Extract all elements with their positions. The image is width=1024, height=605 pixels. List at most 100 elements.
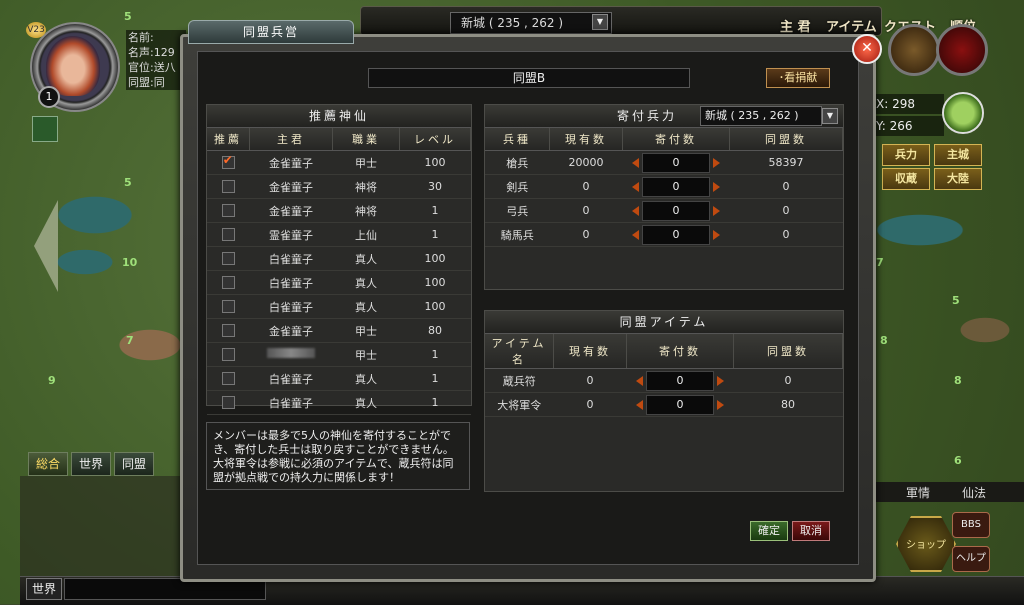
troop-type: 槍兵 [485, 150, 550, 175]
decrease-arrow-icon[interactable] [632, 205, 639, 216]
recommend-table: 推薦 主君 職業 レベル 金雀童子甲士100金雀童子神将30金雀童子神将1霊雀童… [207, 128, 471, 415]
decrease-arrow-icon[interactable] [632, 229, 639, 240]
tab-military-info[interactable]: 軍情 [906, 484, 930, 501]
donate-input[interactable]: 0 [642, 224, 710, 245]
table-row[interactable]: 金雀童子 神将 30 [207, 174, 471, 199]
chevron-down-icon[interactable]: ▼ [822, 108, 838, 124]
recommend-checkbox[interactable] [221, 300, 235, 314]
recommend-cell[interactable] [207, 174, 250, 199]
arrow-left-icon[interactable] [34, 200, 58, 292]
recommend-checkbox[interactable] [221, 276, 235, 290]
recommend-cell[interactable] [207, 246, 250, 271]
quantity-stepper: 0 [636, 394, 724, 415]
alliance-count: 0 [729, 198, 843, 223]
table-row[interactable]: 白雀童子 真人 1 [207, 390, 471, 415]
recommend-cell[interactable] [207, 294, 250, 319]
lord-name: 白雀童子 [249, 294, 333, 319]
recommend-cell[interactable] [207, 198, 250, 223]
table-row[interactable]: 甲士 1 [207, 342, 471, 367]
menu-item[interactable]: アイテム [826, 16, 877, 35]
recommend-cell[interactable] [207, 342, 250, 367]
map-number: 6 [954, 454, 962, 467]
recommend-cell[interactable] [207, 390, 250, 415]
table-row[interactable]: 白雀童子 真人 100 [207, 270, 471, 295]
vip-badge: V23 [26, 22, 46, 38]
recommend-checkbox[interactable] [221, 204, 235, 218]
map-button-capital[interactable]: 主城 [934, 144, 982, 166]
map-button-continent[interactable]: 大陸 [934, 168, 982, 190]
table-row: 槍兵 20000 0 58397 [485, 150, 843, 175]
table-row[interactable]: 白雀童子 真人 100 [207, 294, 471, 319]
coord-x[interactable]: X: 298 [874, 94, 944, 114]
donate-input[interactable]: 0 [642, 176, 710, 197]
map-button-troops[interactable]: 兵力 [882, 144, 930, 166]
recommend-cell[interactable] [207, 150, 250, 175]
recommend-cell[interactable] [207, 222, 250, 247]
col-recommend: 推薦 [207, 128, 250, 151]
recommend-checkbox[interactable] [221, 396, 235, 410]
blurred-name [267, 348, 315, 358]
coord-y[interactable]: Y: 266 [874, 116, 944, 136]
recommend-checkbox[interactable] [221, 324, 235, 338]
recommend-cell[interactable] [207, 270, 250, 295]
chat-tab-world[interactable]: 世界 [71, 452, 111, 476]
col-item-name: アイテム名 [485, 334, 554, 369]
recommend-checkbox[interactable] [221, 252, 235, 266]
lord-name: 白雀童子 [249, 390, 333, 415]
recommend-checkbox[interactable] [221, 348, 235, 362]
current-city-display[interactable]: 新城 ( 235 , 262 ) [450, 12, 612, 34]
increase-arrow-icon[interactable] [713, 157, 720, 168]
map-button-favorites[interactable]: 収蔵 [882, 168, 930, 190]
map-number: 5 [124, 176, 132, 189]
donate-input[interactable]: 0 [642, 152, 710, 173]
city-select[interactable]: 新城 ( 235 , 262 ) [700, 106, 822, 126]
chat-tab-all[interactable]: 総合 [28, 452, 68, 476]
increase-arrow-icon[interactable] [717, 399, 724, 410]
increase-arrow-icon[interactable] [713, 181, 720, 192]
recommend-cell[interactable] [207, 366, 250, 391]
help-button[interactable]: ヘルプ [952, 546, 990, 572]
mail-icon[interactable] [32, 116, 58, 142]
recommend-cell[interactable] [207, 318, 250, 343]
decrease-arrow-icon[interactable] [632, 157, 639, 168]
increase-arrow-icon[interactable] [713, 205, 720, 216]
donate-cell: 0 [622, 222, 730, 247]
table-row[interactable]: 金雀童子 神将 1 [207, 198, 471, 223]
chat-channel-select[interactable]: 世界 [26, 578, 62, 600]
decrease-arrow-icon[interactable] [636, 375, 643, 386]
close-icon[interactable]: ✕ [852, 34, 882, 64]
increase-arrow-icon[interactable] [717, 375, 724, 386]
table-row[interactable]: 霊雀童子 上仙 1 [207, 222, 471, 247]
tab-magic[interactable]: 仙法 [962, 484, 986, 501]
chat-log[interactable] [20, 476, 180, 576]
table-row[interactable]: 金雀童子 甲士 80 [207, 318, 471, 343]
book-icon[interactable] [888, 24, 940, 76]
search-icon[interactable] [942, 92, 984, 134]
donate-input[interactable]: 0 [642, 200, 710, 221]
shop-menu: ショップ BBS ヘルプ [884, 510, 1024, 576]
table-row[interactable]: 白雀童子 真人 1 [207, 366, 471, 391]
cancel-button[interactable]: 取消 [792, 521, 830, 541]
level: 1 [399, 222, 471, 247]
view-donation-button[interactable]: ･看捐献 [766, 68, 830, 88]
player-name: 名前: [128, 31, 154, 44]
bbs-button[interactable]: BBS [952, 512, 990, 538]
decrease-arrow-icon[interactable] [636, 399, 643, 410]
ranking-icon[interactable] [936, 24, 988, 76]
confirm-button[interactable]: 確定 [750, 521, 788, 541]
increase-arrow-icon[interactable] [713, 229, 720, 240]
donate-input[interactable]: 0 [646, 370, 714, 391]
table-row[interactable]: 金雀童子甲士100 [207, 150, 471, 175]
donate-input[interactable]: 0 [646, 394, 714, 415]
table-row[interactable]: 白雀童子 真人 100 [207, 246, 471, 271]
recommend-checkbox[interactable] [221, 372, 235, 386]
decrease-arrow-icon[interactable] [632, 181, 639, 192]
recommend-checkbox[interactable] [221, 180, 235, 194]
recommend-checkbox[interactable] [221, 228, 235, 242]
chat-tab-alliance[interactable]: 同盟 [114, 452, 154, 476]
recommend-checkbox[interactable] [221, 153, 235, 170]
chevron-down-icon[interactable]: ▼ [592, 14, 608, 30]
col-donate: 寄付数 [622, 128, 730, 151]
menu-lord[interactable]: 主 君 [780, 16, 811, 35]
level: 30 [399, 174, 471, 199]
